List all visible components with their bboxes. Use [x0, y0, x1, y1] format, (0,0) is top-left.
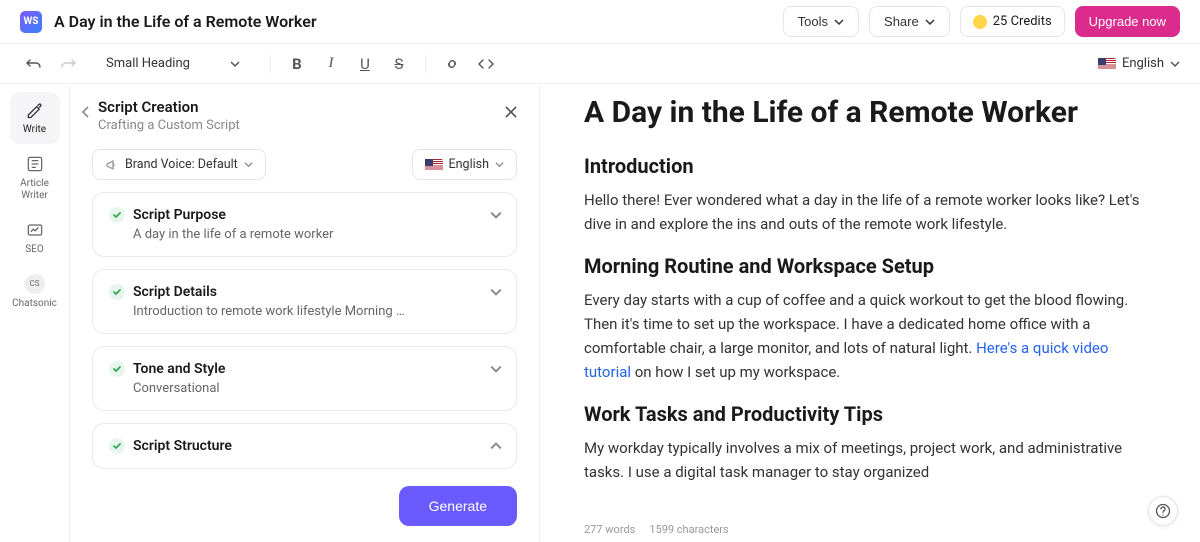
italic-icon: I — [328, 55, 333, 72]
rail-chatsonic-label: Chatsonic — [12, 298, 57, 310]
doc-title: A Day in the Life of a Remote Worker — [54, 12, 317, 31]
char-count: 1599 characters — [649, 523, 728, 536]
doc-morning-text2: on how I set up my workspace. — [631, 363, 840, 381]
credits-pill[interactable]: 25 Credits — [960, 6, 1065, 37]
card-script-purpose[interactable]: Script Purpose A day in the life of a re… — [92, 192, 517, 257]
panel-subtitle: Crafting a Custom Script — [98, 118, 515, 133]
chevron-down-icon — [230, 59, 240, 69]
upgrade-button[interactable]: Upgrade now — [1075, 6, 1180, 37]
back-button[interactable] — [76, 102, 96, 122]
doc-intro-p: Hello there! Ever wondered what a day in… — [584, 188, 1156, 236]
doc-morning-p: Every day starts with a cup of coffee an… — [584, 288, 1156, 384]
word-count: 277 words — [584, 523, 635, 536]
check-icon — [109, 207, 125, 223]
strike-icon: S — [395, 55, 404, 73]
undo-icon — [26, 56, 42, 72]
card-subtitle: Conversational — [133, 381, 500, 396]
help-icon — [1155, 503, 1171, 519]
link-icon — [444, 56, 460, 72]
chevron-down-icon — [495, 160, 504, 169]
rail-article-label: Article Writer — [10, 178, 60, 202]
us-flag-icon — [425, 159, 443, 171]
card-title: Script Structure — [133, 438, 232, 454]
panel-language-select[interactable]: English — [412, 149, 517, 180]
rail-seo[interactable]: SEO — [10, 212, 60, 264]
write-icon — [25, 100, 45, 120]
strike-button[interactable]: S — [385, 50, 413, 78]
seo-icon — [25, 220, 45, 240]
editor-language-label: English — [1122, 56, 1164, 71]
app-logo[interactable]: WS — [20, 11, 42, 33]
chevron-down-icon — [490, 286, 502, 298]
card-tone-and-style[interactable]: Tone and Style Conversational — [92, 346, 517, 411]
card-subtitle: A day in the life of a remote worker — [133, 227, 500, 242]
card-script-details[interactable]: Script Details Introduction to remote wo… — [92, 269, 517, 334]
code-icon — [478, 56, 494, 72]
link-button[interactable] — [438, 50, 466, 78]
chevron-down-icon — [244, 160, 253, 169]
chevron-down-icon — [490, 209, 502, 221]
tools-button[interactable]: Tools — [783, 6, 859, 37]
card-subtitle: Introduction to remote work lifestyle Mo… — [133, 304, 500, 319]
card-title: Tone and Style — [133, 361, 225, 377]
panel-title: Script Creation — [98, 98, 515, 116]
check-icon — [109, 284, 125, 300]
megaphone-icon — [105, 158, 119, 172]
doc-h1: A Day in the Life of a Remote Worker — [584, 94, 1156, 132]
heading-select[interactable]: Small Heading — [96, 51, 250, 76]
heading-label: Small Heading — [106, 56, 190, 71]
separator — [270, 54, 271, 74]
credits-text: 25 Credits — [993, 14, 1052, 29]
bold-button[interactable]: B — [283, 50, 311, 78]
chevron-up-icon — [490, 440, 502, 452]
redo-icon — [60, 56, 76, 72]
tools-label: Tools — [798, 14, 828, 29]
doc-h2-morning: Morning Routine and Workspace Setup — [584, 254, 1156, 278]
chevron-down-icon — [1170, 59, 1180, 69]
rail-write[interactable]: Write — [10, 92, 60, 144]
check-icon — [109, 361, 125, 377]
help-button[interactable] — [1148, 496, 1178, 526]
rail-write-label: Write — [23, 124, 46, 136]
chevron-down-icon — [834, 17, 844, 27]
share-button[interactable]: Share — [869, 6, 950, 37]
code-button[interactable] — [472, 50, 500, 78]
card-script-structure[interactable]: Script Structure — [92, 423, 517, 469]
close-panel-button[interactable] — [501, 102, 521, 122]
underline-icon: U — [360, 55, 370, 73]
chevron-down-icon — [925, 17, 935, 27]
doc-h2-intro: Introduction — [584, 154, 1156, 178]
doc-work-p: My workday typically involves a mix of m… — [584, 436, 1156, 484]
brand-voice-label: Brand Voice: Default — [125, 157, 238, 172]
article-icon — [25, 154, 45, 174]
chatsonic-icon: CS — [25, 274, 45, 294]
rail-article[interactable]: Article Writer — [10, 146, 60, 210]
credits-icon — [973, 15, 987, 29]
undo-button[interactable] — [20, 50, 48, 78]
panel-language-label: English — [449, 157, 489, 172]
redo-button[interactable] — [54, 50, 82, 78]
editor-language-select[interactable]: English — [1098, 56, 1180, 71]
generate-button[interactable]: Generate — [399, 486, 517, 526]
chevron-down-icon — [490, 363, 502, 375]
us-flag-icon — [1098, 58, 1116, 70]
rail-chatsonic[interactable]: CS Chatsonic — [10, 266, 60, 318]
share-label: Share — [884, 14, 919, 29]
chevron-left-icon — [79, 105, 93, 119]
check-icon — [109, 438, 125, 454]
close-icon — [504, 105, 518, 119]
rail-seo-label: SEO — [25, 244, 44, 256]
bold-icon: B — [292, 55, 302, 73]
italic-button[interactable]: I — [317, 50, 345, 78]
card-title: Script Details — [133, 284, 217, 300]
doc-h2-work: Work Tasks and Productivity Tips — [584, 402, 1156, 426]
underline-button[interactable]: U — [351, 50, 379, 78]
separator — [425, 54, 426, 74]
brand-voice-select[interactable]: Brand Voice: Default — [92, 149, 266, 180]
card-title: Script Purpose — [133, 207, 226, 223]
